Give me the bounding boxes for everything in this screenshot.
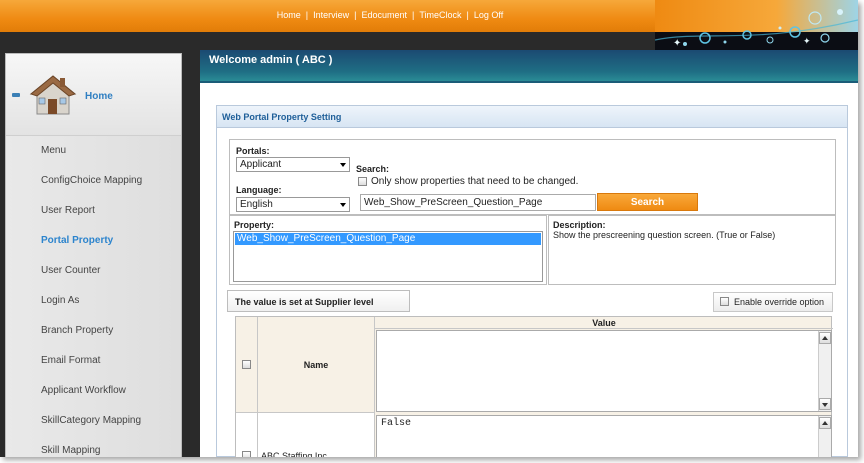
scrollbar[interactable] [818, 416, 831, 457]
only-show-checkbox[interactable] [358, 177, 367, 186]
property-label: Property: [234, 220, 275, 230]
nav-link-timeclock[interactable]: TimeClock [419, 10, 461, 20]
sidebar-item-skill-mapping[interactable]: Skill Mapping [6, 436, 181, 457]
value-grid: Name Value ABC Staffing Inc False [235, 316, 833, 457]
description-box: Description: Show the prescreening quest… [548, 215, 836, 285]
enable-override-toggle[interactable]: Enable override option [713, 292, 833, 312]
scroll-down-button[interactable] [819, 398, 831, 410]
scroll-up-button[interactable] [819, 417, 831, 429]
portals-label: Portals: [236, 146, 270, 156]
portals-select[interactable]: Applicant [236, 157, 350, 172]
language-select-value: English [240, 199, 273, 210]
nav-separator: | [305, 10, 309, 20]
row-name: ABC Staffing Inc [258, 413, 375, 457]
scrollbar[interactable] [818, 331, 831, 411]
nav-link-edocument[interactable]: Edocument [361, 10, 407, 20]
main-content: Welcome admin ( ABC ) Web Portal Propert… [200, 50, 858, 457]
panel-title: Web Portal Property Setting [217, 106, 847, 128]
property-list-item[interactable]: Web_Show_PreScreen_Question_Page [235, 233, 541, 245]
level-text: The value is set at Supplier level [235, 297, 374, 307]
sidebar-item-user-counter[interactable]: User Counter [6, 256, 181, 286]
search-input[interactable]: Web_Show_PreScreen_Question_Page [360, 194, 596, 211]
sidebar-item-configchoice-mapping[interactable]: ConfigChoice Mapping [6, 166, 181, 196]
chevron-down-icon [340, 203, 346, 207]
sidebar-item-applicant-workflow[interactable]: Applicant Workflow [6, 376, 181, 406]
house-icon [29, 75, 77, 115]
sidebar-item-branch-property[interactable]: Branch Property [6, 316, 181, 346]
nav-link-interview[interactable]: Interview [313, 10, 349, 20]
welcome-text: Welcome admin ( ABC ) [209, 54, 333, 66]
level-tab: The value is set at Supplier level [227, 290, 410, 312]
sidebar-item-portal-property[interactable]: Portal Property [6, 226, 181, 256]
search-label: Search: [356, 164, 390, 174]
sidebar: Home Menu ConfigChoice Mapping User Repo… [5, 53, 182, 457]
header-value-textarea[interactable] [376, 330, 832, 412]
row-value-text: False [381, 418, 412, 429]
sidebar-item-user-report[interactable]: User Report [6, 196, 181, 226]
language-label: Language: [236, 185, 282, 195]
enable-override-label: Enable override option [734, 297, 825, 307]
row-select-cell [236, 413, 258, 457]
scroll-up-button[interactable] [819, 332, 831, 344]
portals-select-value: Applicant [240, 159, 282, 170]
sidebar-item-email-format[interactable]: Email Format [6, 346, 181, 376]
sidebar-item-menu[interactable]: Menu [6, 136, 181, 166]
sidebar-menu: Menu ConfigChoice Mapping User Report Po… [6, 136, 181, 457]
row-value-textarea[interactable]: False [376, 415, 832, 457]
sidebar-item-login-as[interactable]: Login As [6, 286, 181, 316]
filter-box: Portals: Applicant Language: English Sea… [229, 139, 836, 215]
sidebar-item-skillcategory-mapping[interactable]: SkillCategory Mapping [6, 406, 181, 436]
select-all-checkbox[interactable] [242, 360, 251, 369]
property-panel: Web Portal Property Setting Portals: App… [216, 105, 848, 457]
grid-header-select-cell [236, 317, 258, 413]
nav-link-logoff[interactable]: Log Off [474, 10, 503, 20]
language-select[interactable]: English [236, 197, 350, 212]
welcome-banner: Welcome admin ( ABC ) [200, 50, 858, 83]
grid-header-value: Value [375, 317, 833, 329]
nav-separator: | [354, 10, 357, 20]
description-label: Description: [553, 220, 606, 230]
app-window: Home | Interview | Edocument | TimeClock | Log O… [0, 0, 858, 457]
sidebar-home-label: Home [85, 91, 113, 102]
description-text: Show the prescreening question screen. (… [553, 230, 776, 240]
nav-link-home[interactable]: Home [277, 10, 301, 20]
property-box: Property: Web_Show_PreScreen_Question_Pa… [229, 215, 547, 285]
search-button[interactable]: Search [597, 193, 698, 211]
collapse-icon[interactable] [12, 93, 20, 97]
sidebar-home[interactable]: Home [6, 54, 181, 136]
grid-header-name: Name [258, 317, 375, 413]
nav-separator: | [412, 10, 415, 20]
row-checkbox[interactable] [242, 451, 251, 457]
only-show-label: Only show properties that need to be cha… [371, 176, 579, 187]
svg-text:✦: ✦ [803, 37, 811, 47]
chevron-down-icon [340, 163, 346, 167]
enable-override-checkbox[interactable] [720, 297, 729, 306]
property-listbox[interactable]: Web_Show_PreScreen_Question_Page [233, 231, 543, 282]
nav-separator: | [466, 10, 469, 20]
svg-text:✦: ✦ [673, 38, 681, 49]
